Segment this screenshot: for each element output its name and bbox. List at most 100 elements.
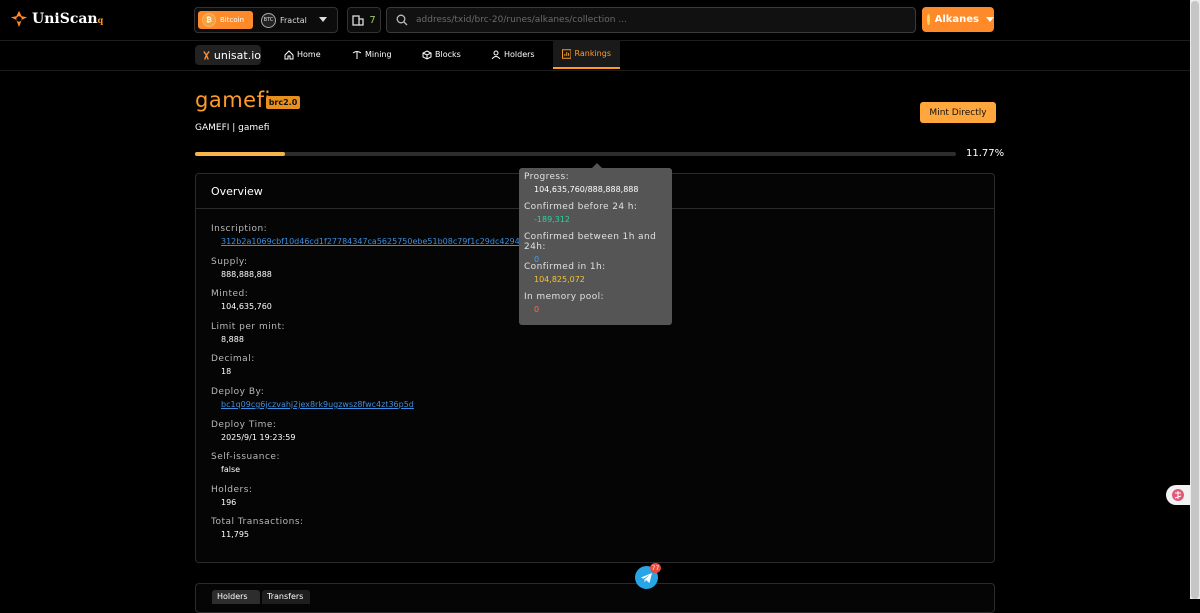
top-bar: UniScanq ₿ Bitcoin BTC Fractal 7 Alkanes: [0, 0, 1190, 41]
bitcoin-icon: ₿: [202, 13, 216, 27]
chevron-down-icon[interactable]: [319, 17, 327, 22]
cube-icon: [422, 49, 432, 60]
search-icon: [396, 14, 408, 26]
field-value: 18: [221, 367, 232, 377]
field-deploy-time: Deploy Time: 2025/9/1 19:23:59: [211, 420, 520, 453]
tooltip-row: Confirmed between 1h and 24h: 0: [524, 232, 667, 264]
tooltip-label: In memory pool:: [524, 292, 604, 302]
network-bitcoin-option[interactable]: ₿ Bitcoin: [198, 11, 253, 29]
field-deploy-by: Deploy By: bc1q09cg6jczvahj2jex8rk9ugzws…: [211, 387, 520, 420]
tooltip-row: Confirmed before 24 h: -189,312: [524, 202, 667, 232]
tooltip-value: 104,825,072: [534, 275, 585, 284]
user-icon: [491, 50, 501, 59]
lower-tabs: Holders Transfers: [212, 590, 312, 604]
field-value: 8,888: [221, 334, 244, 344]
overview-fields: Inscription: 312b2a1069cbf10d46cd1f27784…: [211, 224, 520, 550]
protocol-badge: brc2.0: [266, 96, 300, 109]
field-label: Supply:: [211, 256, 248, 267]
search-bar[interactable]: [386, 7, 916, 33]
field-minted: Minted: 104,635,760: [211, 289, 520, 322]
brand-name: UniScanq: [32, 11, 104, 27]
field-limit-per-mint: Limit per mint: 8,888: [211, 322, 520, 355]
nav-home-label: Home: [297, 50, 321, 59]
telegram-badge: 77: [650, 563, 661, 573]
main-nav: unisat.io Home Mining Blocks Holders Ran…: [0, 40, 1190, 71]
nav-home[interactable]: Home: [284, 40, 321, 69]
mint-progress-bar[interactable]: [195, 152, 956, 156]
alkanes-icon: [927, 14, 930, 25]
nav-mining[interactable]: Mining: [352, 40, 392, 69]
alkanes-label: Alkanes: [934, 14, 979, 25]
telegram-icon: [641, 572, 652, 583]
nav-holders[interactable]: Holders: [491, 40, 535, 69]
rankings-icon: [562, 48, 572, 59]
inscription-link[interactable]: 312b2a1069cbf10d46cd1f27784347ca5625750e…: [221, 237, 520, 246]
field-value: 11,795: [221, 530, 249, 540]
tooltip-label: Confirmed in 1h:: [524, 262, 606, 272]
mint-progress-percent: 11.77%: [966, 148, 1005, 159]
field-self-issuance: Self-issuance: false: [211, 452, 520, 485]
field-label: Deploy Time:: [211, 419, 277, 430]
nav-blocks-label: Blocks: [435, 50, 461, 59]
field-inscription: Inscription: 312b2a1069cbf10d46cd1f27784…: [211, 224, 520, 257]
field-label: Limit per mint:: [211, 321, 286, 332]
nav-rankings[interactable]: Rankings: [553, 40, 620, 69]
tooltip-row: Confirmed in 1h: 104,825,072: [524, 262, 667, 292]
token-subtitle: GAMEFI | gamefi: [195, 123, 270, 133]
unisat-link[interactable]: unisat.io: [195, 45, 261, 65]
field-label: Total Transactions:: [211, 517, 304, 528]
tooltip-row: Progress: 104,635,760/888,888,888: [524, 172, 667, 202]
page-scrollbar[interactable]: [1190, 0, 1200, 599]
field-value: 196: [221, 497, 237, 507]
field-label: Holders:: [211, 484, 253, 495]
field-supply: Supply: 888,888,888: [211, 257, 520, 290]
holders-transfers-card: Holders Transfers: [195, 583, 995, 613]
tooltip-label: Confirmed before 24 h:: [524, 202, 638, 212]
unisat-logo-icon: [10, 10, 28, 28]
brand-logo[interactable]: UniScanq: [10, 10, 103, 28]
progress-tooltip: Progress: 104,635,760/888,888,888 Confir…: [519, 163, 672, 325]
translate-widget-button[interactable]: [1166, 485, 1190, 505]
nav-rankings-label: Rankings: [574, 49, 611, 58]
field-value: 2025/9/1 19:23:59: [221, 432, 296, 442]
field-value: false: [221, 465, 241, 475]
block-count: 7: [369, 14, 376, 26]
field-label: Minted:: [211, 289, 249, 300]
block-icon: [352, 14, 364, 26]
field-holders: Holders: 196: [211, 485, 520, 518]
tooltip-value: 0: [534, 305, 540, 314]
alkanes-button[interactable]: Alkanes: [922, 7, 994, 32]
tooltip-value: -189,312: [534, 215, 570, 224]
tooltip-label: Confirmed between 1h and 24h:: [524, 232, 657, 252]
network-fractal-label: Fractal: [280, 15, 307, 25]
field-total-transactions: Total Transactions: 11,795: [211, 517, 520, 550]
tooltip-value: 104,635,760/888,888,888: [534, 185, 639, 194]
translate-icon: [1172, 489, 1184, 501]
block-height-button[interactable]: 7: [347, 7, 381, 33]
network-fractal-option[interactable]: BTC Fractal: [261, 11, 307, 29]
home-icon: [284, 49, 294, 59]
field-label: Decimal:: [211, 354, 255, 365]
tooltip-label: Progress:: [524, 172, 570, 182]
search-input[interactable]: [414, 14, 908, 26]
nav-holders-label: Holders: [504, 50, 535, 59]
deployer-address-link[interactable]: bc1q09cg6jczvahj2jex8rk9ugzwsz8fwc4zt36p…: [221, 400, 520, 409]
mint-directly-button[interactable]: Mint Directly: [920, 102, 996, 123]
pickaxe-icon: [352, 50, 362, 59]
unisat-icon: [203, 50, 210, 60]
field-label: Self-issuance:: [211, 452, 280, 463]
scrollbar-thumb[interactable]: [1191, 1, 1199, 599]
network-switch[interactable]: ₿ Bitcoin BTC Fractal: [194, 7, 338, 33]
tab-holders[interactable]: Holders: [212, 590, 260, 604]
field-value: 104,635,760: [221, 302, 272, 312]
mint-progress-fill: [195, 152, 285, 156]
tooltip-row: In memory pool: 0: [524, 292, 667, 322]
field-label: Inscription:: [211, 224, 268, 234]
field-label: Deploy By:: [211, 386, 265, 397]
tab-transfers[interactable]: Transfers: [262, 590, 310, 604]
unisat-label: unisat.io: [213, 48, 261, 62]
chevron-down-icon: [986, 17, 994, 22]
field-decimal: Decimal: 18: [211, 354, 520, 387]
nav-blocks[interactable]: Blocks: [422, 40, 461, 69]
network-bitcoin-label: Bitcoin: [220, 16, 245, 24]
